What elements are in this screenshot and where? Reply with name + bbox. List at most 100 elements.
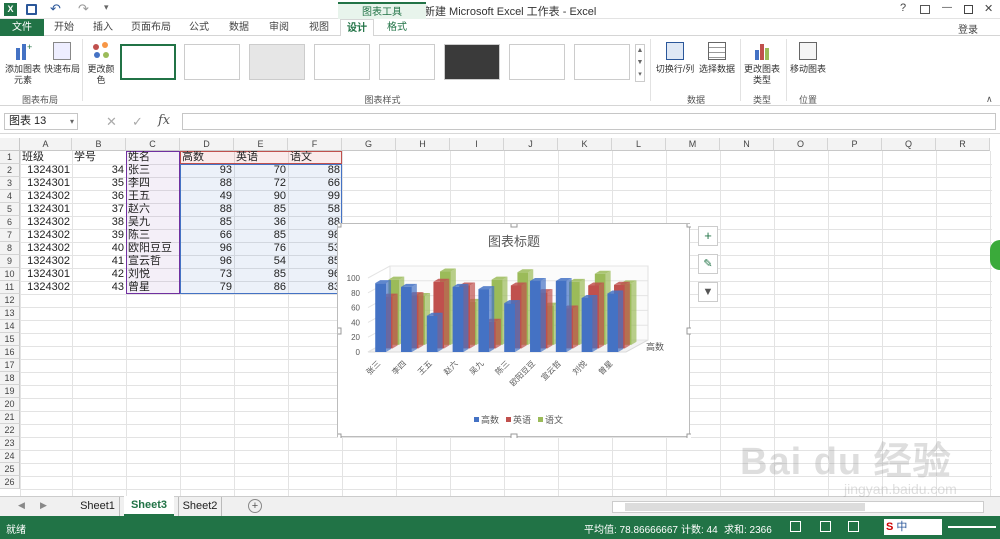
column-header[interactable]: N [720,138,774,151]
column-header[interactable]: J [504,138,558,151]
table-cell[interactable]: 79 [180,281,234,294]
table-cell[interactable]: 李四 [126,177,180,190]
normal-view-icon[interactable] [790,521,801,532]
cancel-icon[interactable]: ✕ [106,114,117,130]
new-sheet-icon[interactable]: + [248,499,262,513]
ime-indicator[interactable]: S 中 [884,519,942,535]
table-cell[interactable]: 40 [72,242,126,255]
row-header[interactable]: 14 [0,320,20,333]
column-header[interactable]: F [288,138,342,151]
chart-styles-button[interactable]: ✎ [698,254,718,274]
customize-quick-access-icon[interactable]: ▾ [104,2,109,13]
table-cell[interactable]: 66 [180,229,234,242]
restore-button[interactable] [964,5,973,14]
table-cell[interactable]: 72 [234,177,288,190]
chart-style-8[interactable] [574,44,630,80]
table-cell[interactable]: 曾星 [126,281,180,294]
formula-input[interactable] [182,113,996,130]
table-cell[interactable]: 1324302 [20,255,72,268]
table-cell[interactable]: 85 [180,216,234,229]
table-cell[interactable]: 欧阳豆豆 [126,242,180,255]
redo-icon[interactable]: ↷ [78,1,89,17]
tab-file[interactable]: 文件 [0,19,44,36]
table-cell[interactable]: 宣云哲 [126,255,180,268]
style-gallery-scroll[interactable]: ▲ ▼ ▾ [635,44,645,82]
tab-page-layout[interactable]: 页面布局 [126,19,176,36]
table-cell[interactable]: 58 [288,203,342,216]
column-header[interactable]: D [180,138,234,151]
table-cell[interactable]: 王五 [126,190,180,203]
row-header[interactable]: 13 [0,307,20,320]
collapse-ribbon-icon[interactable]: ∧ [986,94,993,105]
table-cell[interactable]: 98 [288,229,342,242]
chart-style-3[interactable] [249,44,305,80]
change-colors-button[interactable]: 更改颜色 [86,42,116,86]
change-chart-type-button[interactable]: 更改图表类型 [742,42,782,86]
table-cell[interactable]: 85 [234,203,288,216]
name-box-dropdown-icon[interactable]: ▾ [70,114,74,129]
column-header[interactable]: R [936,138,990,151]
row-header[interactable]: 5 [0,203,20,216]
table-cell[interactable]: 42 [72,268,126,281]
page-break-view-icon[interactable] [848,521,859,532]
table-cell[interactable]: 90 [234,190,288,203]
table-cell[interactable]: 37 [72,203,126,216]
select-data-button[interactable]: 选择数据 [698,42,736,75]
row-header[interactable]: 11 [0,281,20,294]
row-header[interactable]: 24 [0,450,20,463]
table-cell[interactable]: 96 [288,268,342,281]
table-cell[interactable]: 85 [288,255,342,268]
tab-data[interactable]: 数据 [222,19,256,36]
column-header[interactable]: I [450,138,504,151]
table-cell[interactable]: 1324301 [20,203,72,216]
table-cell[interactable]: 93 [180,164,234,177]
table-cell[interactable]: 张三 [126,164,180,177]
row-header[interactable]: 4 [0,190,20,203]
table-cell[interactable]: 刘悦 [126,268,180,281]
column-header[interactable]: B [72,138,126,151]
column-header[interactable]: M [666,138,720,151]
row-header[interactable]: 19 [0,385,20,398]
chart-filters-button[interactable]: ▼ [698,282,718,302]
sheet-tab-sheet3[interactable]: Sheet3 [124,496,174,516]
sheet-tab-sheet2[interactable]: Sheet2 [178,497,222,516]
sheet-prev-icon[interactable]: ◀ [18,500,25,511]
table-header-cell[interactable]: 英语 [234,151,288,164]
close-button[interactable]: ✕ [984,2,993,15]
sheet-next-icon[interactable]: ▶ [40,500,47,511]
table-cell[interactable]: 88 [288,216,342,229]
row-header[interactable]: 15 [0,333,20,346]
table-cell[interactable]: 54 [234,255,288,268]
table-cell[interactable]: 41 [72,255,126,268]
column-header[interactable]: A [20,138,72,151]
insert-function-icon[interactable]: fx [158,113,170,128]
minimize-button[interactable]: — [942,2,952,13]
row-header[interactable]: 7 [0,229,20,242]
table-header-cell[interactable]: 班级 [20,151,72,164]
chart-style-4[interactable] [314,44,370,80]
table-cell[interactable]: 88 [180,203,234,216]
column-header[interactable]: P [828,138,882,151]
tab-formulas[interactable]: 公式 [182,19,216,36]
tab-design[interactable]: 设计 [340,19,374,36]
table-cell[interactable]: 96 [180,255,234,268]
row-header[interactable]: 25 [0,463,20,476]
tab-home[interactable]: 开始 [48,19,80,36]
table-cell[interactable]: 吴九 [126,216,180,229]
table-header-cell[interactable]: 高数 [180,151,234,164]
sign-in-link[interactable]: 登录 [958,21,978,36]
name-box[interactable]: 图表 13 ▾ [4,113,78,130]
quick-layout-button[interactable]: 快速布局 [44,42,80,75]
table-cell[interactable]: 1324302 [20,216,72,229]
table-cell[interactable]: 1324301 [20,268,72,281]
help-button[interactable]: ? [900,2,906,14]
table-cell[interactable]: 66 [288,177,342,190]
column-header[interactable]: C [126,138,180,151]
ribbon-display-button[interactable] [920,5,930,14]
table-cell[interactable]: 99 [288,190,342,203]
tab-view[interactable]: 视图 [302,19,336,36]
row-header[interactable]: 26 [0,476,20,489]
table-cell[interactable]: 1324302 [20,281,72,294]
chart-object[interactable]: 图表标题 0 20 40 60 80 100 高数 张三 李四 王五 赵六 吴九 陈三 欧阳豆豆 宣云哲 刘悦曾… [334,220,694,441]
row-header[interactable]: 22 [0,424,20,437]
